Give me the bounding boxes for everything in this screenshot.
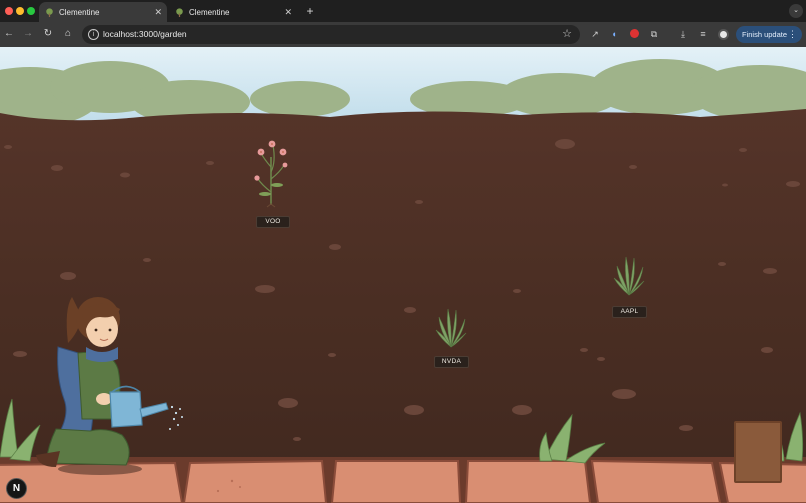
more-menu-icon[interactable]: ⋮	[788, 26, 797, 43]
garden-page: VOO NVDA AAPL N	[0, 47, 806, 503]
new-tab-button[interactable]: +	[303, 4, 317, 18]
tree-icon	[176, 7, 183, 17]
dev-tools-badge[interactable]: N	[6, 478, 27, 499]
finish-update-button[interactable]: Finish update ⋮	[736, 26, 802, 43]
tab-clementine-1[interactable]: Clementine ✕	[39, 2, 167, 22]
browser-window: Clementine ✕ Clementine ✕ + ⌄ ← → ↻ ⌂ i …	[0, 0, 806, 503]
profile-avatar-icon[interactable]	[717, 28, 729, 40]
tree-icon	[46, 7, 53, 17]
tab-search-button[interactable]: ⌄	[789, 4, 803, 18]
url-text[interactable]: localhost:3000/garden	[103, 29, 187, 39]
tab-strip: Clementine ✕ Clementine ✕ + ⌄	[0, 0, 806, 22]
download-icon[interactable]: ⤓	[677, 28, 689, 40]
back-button[interactable]: ←	[2, 27, 16, 41]
tab-title: Clementine	[59, 7, 100, 17]
close-tab-icon[interactable]: ✕	[284, 7, 292, 18]
close-tab-icon[interactable]: ✕	[154, 7, 162, 18]
minimize-window-button[interactable]	[16, 7, 24, 15]
arrow-extension-icon[interactable]: ↗	[589, 28, 601, 40]
site-info-icon[interactable]: i	[88, 29, 99, 40]
media-controls-icon[interactable]: ≡	[697, 28, 709, 40]
home-button[interactable]: ⌂	[61, 27, 75, 41]
audio-extension-icon[interactable]: ◖	[608, 28, 620, 40]
close-window-button[interactable]	[5, 7, 13, 15]
toolbar: ← → ↻ ⌂ i localhost:3000/garden ☆ ↗ ◖ ⧉ …	[0, 22, 806, 47]
plant-label-voo[interactable]: VOO	[256, 216, 290, 228]
reload-button[interactable]: ↻	[41, 27, 55, 41]
finish-update-label: Finish update	[742, 30, 788, 39]
forward-button[interactable]: →	[21, 27, 35, 41]
plant-label-aapl[interactable]: AAPL	[612, 306, 647, 318]
puzzle-extensions-icon[interactable]: ⧉	[648, 28, 660, 40]
address-bar[interactable]: i localhost:3000/garden ☆	[82, 25, 580, 44]
plant-label-nvda[interactable]: NVDA	[434, 356, 469, 368]
wooden-sign-board[interactable]	[734, 421, 782, 483]
bookmark-star-icon[interactable]: ☆	[562, 27, 572, 40]
zoom-window-button[interactable]	[27, 7, 35, 15]
tab-clementine-2[interactable]: Clementine ✕	[169, 2, 297, 22]
block-extension-icon[interactable]	[628, 28, 640, 40]
tab-title: Clementine	[189, 7, 230, 17]
garden-scene	[0, 47, 806, 503]
